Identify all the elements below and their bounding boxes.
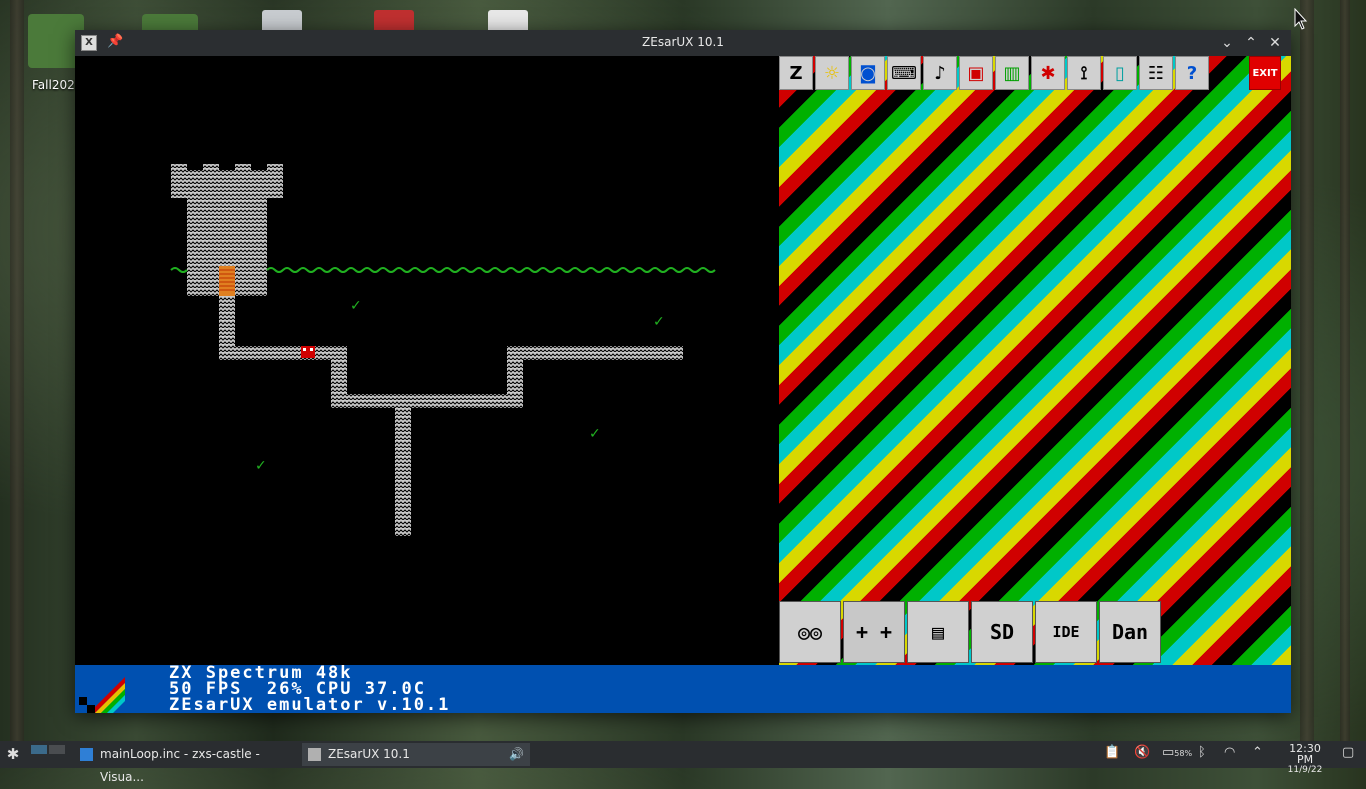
grass-tuft: ✓ [350,298,362,314]
tree-trunk [10,0,24,768]
game-graphics: ✓ ✓ ✓ ✓ [170,164,716,536]
top-toolbar: Z ☼ ◙ ⌨ ♪ ▣ ▥ ✱ ⟟ ▯ ☷ ? [779,56,1291,92]
music-note-icon[interactable]: ♪ [923,56,957,90]
emulator-window: X 📌 ZEsarUX 10.1 ⌄ ⌃ ✕ ✓ ✓ ✓ ✓ Z ☼ ◙ ⌨ ♪… [75,30,1291,715]
camera-icon[interactable]: ◙ [851,56,885,90]
exit-button[interactable]: EXIT [1249,56,1281,90]
desktop-file-icon[interactable] [262,10,302,32]
door-icon[interactable]: ▯ [1103,56,1137,90]
application-launcher-icon[interactable]: ✱ [4,745,22,763]
floppy-icon[interactable]: ▤ [907,601,969,663]
audio-playing-icon[interactable]: 🔊 [509,743,524,766]
version-label: ZEsarUX emulator v.10.1 [169,695,451,715]
zesarux-icon [308,748,321,761]
desktop-file-icon[interactable] [488,10,528,32]
tape-player-icon[interactable]: ◎◎ [779,601,841,663]
grass-tuft: ✓ [653,314,665,330]
network-antenna-icon[interactable]: ⟟ [1067,56,1101,90]
taskbar: ✱ mainLoop.inc - zxs-castle - Visua... Z… [0,741,1366,784]
bluetooth-icon[interactable]: ᛒ [1198,745,1206,760]
emulator-footer: ZX Spectrum 48k 50 FPS 26% CPU 37.0C ZEs… [75,665,1291,715]
display-icon[interactable]: ▣ [959,56,993,90]
tape-recorder-icon[interactable]: + + [843,601,905,663]
wifi-icon[interactable]: ◠ [1224,745,1235,760]
tree-trunk [1340,0,1350,768]
window-title: ZEsarUX 10.1 [642,35,724,49]
bottom-toolbar: ◎◎ + + ▤ SD IDE Dan [779,601,1163,663]
sd-card-icon[interactable]: SD [971,601,1033,663]
grass-tuft: ✓ [589,426,601,442]
stone-path [219,296,683,536]
dan-drive-icon[interactable]: Dan [1099,601,1161,663]
storage-icon[interactable]: ▥ [995,56,1029,90]
settings-sliders-icon[interactable]: ☷ [1139,56,1173,90]
zesarux-logo-icon[interactable]: Z [779,56,813,90]
task-label: mainLoop.inc - zxs-castle - Visua... [100,747,260,784]
keyboard-icon[interactable]: ⌨ [887,56,921,90]
help-icon[interactable]: ? [1175,56,1209,90]
status-text: ZX Spectrum 48k 50 FPS 26% CPU 37.0C ZEs… [169,665,451,715]
castle [171,164,283,298]
close-icon[interactable]: ✕ [1265,33,1285,53]
mouse-cursor-icon [1294,8,1308,30]
ide-disk-icon[interactable]: IDE [1035,601,1097,663]
tray-expand-icon[interactable]: ⌃ [1252,745,1263,760]
game-screen[interactable]: ✓ ✓ ✓ ✓ [75,56,779,665]
clipboard-icon[interactable]: 📋 [1104,745,1120,760]
zesarux-menu-area: Z ☼ ◙ ⌨ ♪ ▣ ▥ ✱ ⟟ ▯ ☷ ? EXIT ◎◎ + + ▤ SD… [779,56,1291,665]
taskbar-task-zesarux[interactable]: ZEsarUX 10.1 🔊 [302,743,530,766]
zx-rainbow-logo [79,669,125,713]
volume-muted-icon[interactable]: 🔇 [1134,745,1150,760]
bulb-icon[interactable]: ☼ [815,56,849,90]
tree-trunk [1300,0,1314,768]
maximize-icon[interactable]: ⌃ [1241,33,1261,53]
show-desktop-icon[interactable]: ▢ [1342,745,1354,760]
taskbar-task-vscode[interactable]: mainLoop.inc - zxs-castle - Visua... [74,743,300,784]
desktop-file-icon[interactable] [374,10,414,32]
task-label: ZEsarUX 10.1 [328,747,410,761]
battery-icon[interactable]: ▭58% [1162,745,1192,760]
clock-date: 11/9/22 [1287,765,1323,775]
virtual-desktop-pager[interactable] [30,744,66,764]
clock-time: 12:30 PM [1289,742,1321,766]
minimize-icon[interactable]: ⌄ [1217,33,1237,53]
player-sprite [301,346,315,358]
debug-bug-icon[interactable]: ✱ [1031,56,1065,90]
grass-tuft: ✓ [255,458,267,474]
vscode-icon [80,748,93,761]
clock[interactable]: 12:30 PM 11/9/22 [1280,743,1330,776]
battery-percent: 58% [1174,749,1193,758]
title-bar[interactable]: X 📌 ZEsarUX 10.1 ⌄ ⌃ ✕ [75,30,1291,56]
